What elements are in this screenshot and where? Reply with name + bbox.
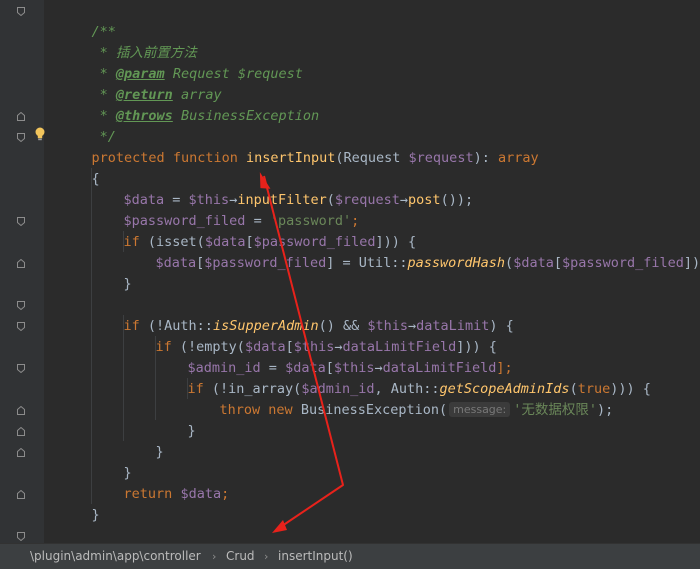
code-token: ):: [473, 150, 498, 166]
code-line: /**: [59, 526, 116, 543]
breadcrumb-class[interactable]: Crud: [226, 544, 255, 569]
fold-marker-icon[interactable]: [17, 448, 25, 457]
variable: $data: [155, 255, 197, 271]
code-token: (Request: [335, 150, 409, 166]
code-token: ;: [221, 486, 230, 502]
fold-marker-icon[interactable]: [17, 406, 25, 415]
keyword: throw: [219, 402, 261, 418]
code-line: if (isset($data[$password_filed])) {: [91, 211, 417, 250]
method-call[interactable]: post: [408, 192, 441, 208]
fold-marker-icon[interactable]: [17, 301, 25, 310]
parameter-hint: message:: [449, 402, 511, 417]
keyword: function: [172, 150, 238, 166]
keyword: protected: [91, 150, 165, 166]
arrowhead-down-icon: [272, 520, 287, 533]
chevron-right-icon: ›: [212, 550, 217, 563]
code-line: $password_filed = 'password';: [91, 190, 360, 229]
breadcrumb-bar: \plugin\admin\app\controller › Crud › in…: [0, 543, 700, 569]
brace: }: [155, 444, 164, 460]
brace: }: [187, 423, 196, 439]
code-line-signature: protected function insertInput(Request $…: [59, 127, 539, 166]
fold-marker-icon[interactable]: [17, 7, 25, 16]
fold-marker-icon[interactable]: [17, 112, 25, 121]
chevron-right-icon: ›: [264, 550, 269, 563]
fold-marker-icon[interactable]: [17, 133, 25, 142]
brace: }: [91, 507, 100, 523]
fold-marker-icon[interactable]: [17, 364, 25, 373]
variable: $data: [180, 486, 222, 502]
breadcrumb-path[interactable]: \plugin\admin\app\controller: [30, 544, 201, 569]
fold-marker-icon[interactable]: [17, 490, 25, 499]
code-line: * @throws BusinessException: [59, 85, 319, 124]
code-token: (: [505, 255, 514, 271]
code-line: }: [91, 442, 132, 481]
code-line: }: [123, 421, 164, 460]
code-line: $data[$password_filed] = Util::passwordH…: [123, 232, 700, 271]
code-line: /**: [59, 1, 116, 40]
code-line: if (!Auth::isSupperAdmin() && $this→data…: [91, 295, 514, 334]
code-line: * @return array: [59, 64, 222, 103]
code-token: ] = Util::: [326, 255, 408, 271]
doc-param-var: $request: [237, 66, 303, 82]
fold-marker-icon[interactable]: [17, 427, 25, 436]
brace: }: [123, 276, 132, 292]
string-literal: '无数据权限': [513, 402, 598, 418]
code-line: */: [59, 106, 116, 145]
lightbulb-icon[interactable]: [34, 126, 46, 141]
code-token: );: [597, 402, 614, 418]
code-line: {: [59, 148, 100, 187]
function-name[interactable]: insertInput: [246, 150, 335, 166]
fold-marker-icon[interactable]: [17, 259, 25, 268]
code-line: $data = $this→inputFilter($request→post(…: [91, 169, 474, 208]
breadcrumb-method[interactable]: insertInput(): [278, 544, 353, 569]
editor-gutter[interactable]: [0, 0, 44, 543]
variable: $password_filed: [561, 255, 684, 271]
doc-throws-type: BusinessException: [172, 108, 320, 124]
code-line: $admin_id = $data[$this→dataLimitField];: [155, 337, 513, 376]
return-type: array: [497, 150, 539, 166]
keyword: new: [268, 402, 293, 418]
code-line: if (!in_array($admin_id, Auth::getScopeA…: [155, 358, 651, 397]
code-token: ());: [440, 192, 474, 208]
fold-marker-icon[interactable]: [17, 322, 25, 331]
code-line: throw new BusinessException(message: '无数据…: [187, 379, 613, 418]
code-line: return $data;: [91, 463, 230, 502]
code-line: if (!empty($data[$this→dataLimitField]))…: [123, 316, 497, 355]
keyword: return: [123, 486, 173, 502]
code-editor[interactable]: /** * 插入前置方法 * @param Request $request *…: [0, 0, 700, 543]
code-token: [: [553, 255, 562, 271]
code-line: }: [59, 484, 100, 523]
code-line: * @param Request $request: [59, 43, 303, 82]
fold-marker-icon[interactable]: [17, 532, 25, 541]
code-line: * 插入前置方法: [59, 22, 197, 61]
fold-marker-icon[interactable]: [17, 217, 25, 226]
code-token: BusinessException(: [292, 402, 448, 418]
doc-tag-throws: @throws: [115, 108, 173, 124]
static-method-call[interactable]: passwordHash: [408, 255, 506, 271]
variable: $request: [408, 150, 474, 166]
code-token: ]);: [683, 255, 700, 271]
code-line: }: [91, 253, 132, 292]
variable: $data: [513, 255, 554, 271]
variable: $password_filed: [204, 255, 327, 271]
code-token: ))) {: [610, 381, 651, 397]
code-token: →: [399, 192, 409, 208]
code-line: }: [155, 400, 196, 439]
